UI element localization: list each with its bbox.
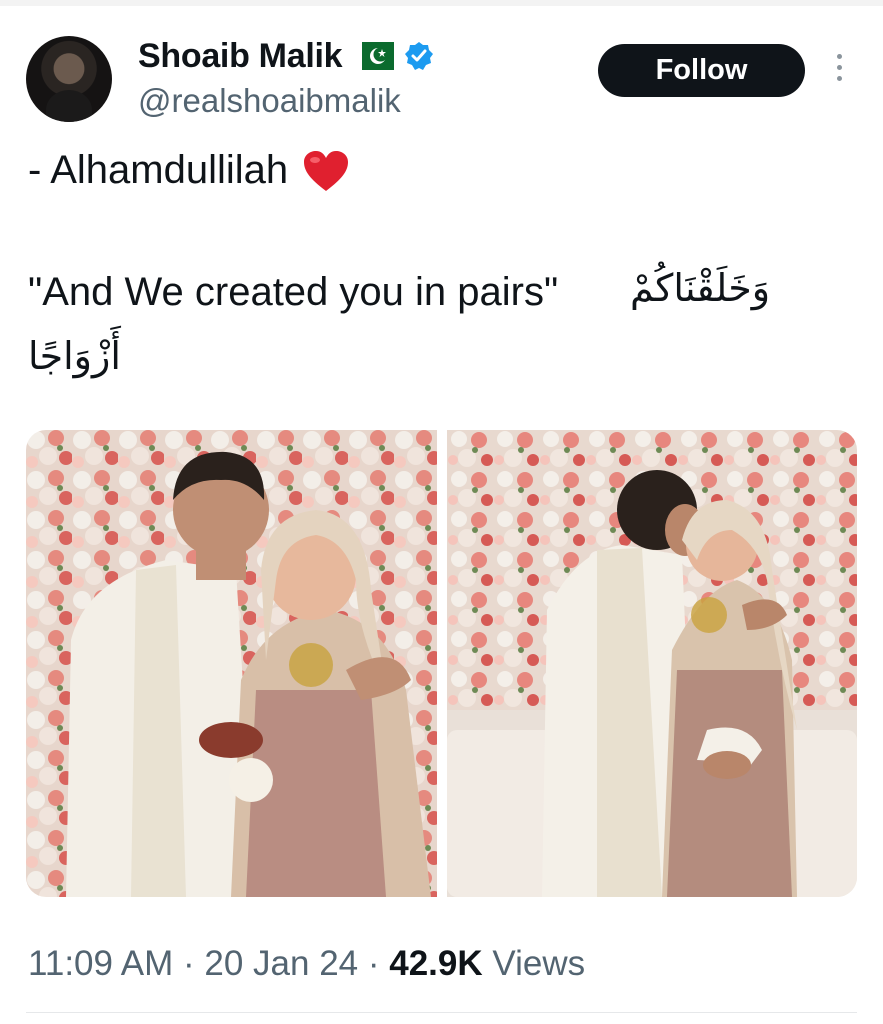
red-heart-icon — [302, 149, 350, 193]
verified-badge-icon — [404, 41, 434, 71]
top-divider — [0, 0, 883, 6]
meta-separator-2: · — [358, 944, 390, 983]
avatar[interactable] — [26, 36, 112, 122]
tweet-text-alhamdulillah: - Alhamdullilah — [28, 148, 289, 192]
tweet-photo-1[interactable] — [26, 430, 437, 897]
views-label: Views — [492, 944, 586, 983]
tweet-meta: 11:09 AM · 20 Jan 24 · 42.9K Views — [28, 944, 585, 984]
meta-separator-1: · — [173, 944, 205, 983]
tweet-line-1: - Alhamdullilah — [28, 148, 350, 193]
tweet-photo-2[interactable] — [447, 430, 857, 897]
pakistan-flag-icon — [352, 42, 395, 70]
bottom-divider — [26, 1012, 857, 1013]
author-name-row: Shoaib Malik — [138, 36, 434, 76]
follow-button[interactable]: Follow — [598, 44, 805, 97]
tweet-text-arabic-2: أَزْوَاجًا — [28, 334, 121, 378]
tweet-date[interactable]: 20 Jan 24 — [204, 944, 358, 983]
tweet-time[interactable]: 11:09 AM — [28, 944, 173, 983]
author-handle[interactable]: @realshoaibmalik — [138, 82, 401, 120]
tweet-text-quote: "And We created you in pairs" — [28, 270, 559, 314]
author-name[interactable]: Shoaib Malik — [138, 37, 343, 76]
views-count: 42.9K — [389, 944, 483, 983]
more-vertical-icon[interactable] — [828, 54, 850, 86]
tweet-text-arabic-1: وَخَلَقْنَاكُمْ — [630, 266, 771, 310]
